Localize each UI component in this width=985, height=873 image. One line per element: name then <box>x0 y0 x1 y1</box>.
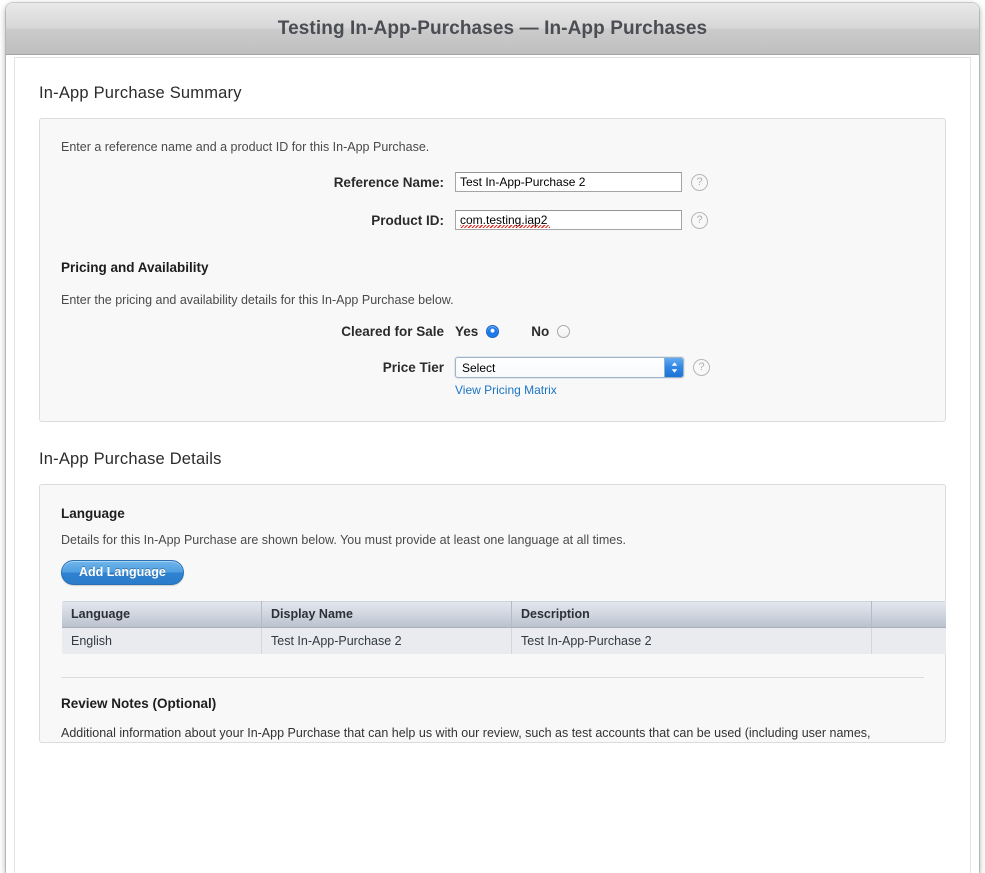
reference-name-label: Reference Name: <box>61 175 455 190</box>
summary-section-title: In-App Purchase Summary <box>39 84 946 103</box>
radio-no-label: No <box>531 324 549 339</box>
chevron-updown-icon[interactable] <box>664 358 683 377</box>
reference-name-row: Reference Name: ? <box>61 172 924 192</box>
price-tier-select[interactable]: Select <box>455 357 684 378</box>
product-id-label: Product ID: <box>61 213 455 228</box>
reference-name-input[interactable] <box>455 172 682 192</box>
cell-display-name: Test In-App-Purchase 2 <box>262 628 512 655</box>
cell-language: English <box>62 628 262 655</box>
cell-description: Test In-App-Purchase 2 <box>512 628 872 655</box>
product-id-row: Product ID: ? <box>61 210 924 230</box>
column-header-description[interactable]: Description <box>512 601 872 628</box>
product-id-field-wrap <box>455 210 682 230</box>
details-divider <box>61 677 924 678</box>
window-title: Testing In-App-Purchases — In-App Purcha… <box>278 18 707 40</box>
radio-cleared-for-sale-yes[interactable] <box>486 325 499 338</box>
column-header-language[interactable]: Language <box>62 601 262 628</box>
radio-yes-label: Yes <box>455 324 478 339</box>
page-content: In-App Purchase Summary Enter a referenc… <box>15 58 970 873</box>
product-id-input[interactable] <box>455 210 682 230</box>
column-header-actions[interactable] <box>872 601 947 628</box>
column-header-display-name[interactable]: Display Name <box>262 601 512 628</box>
table-header-row: Language Display Name Description <box>62 601 947 628</box>
table-row[interactable]: English Test In-App-Purchase 2 Test In-A… <box>62 628 947 655</box>
price-tier-row: Price Tier Select ? <box>61 357 924 378</box>
review-notes-heading: Review Notes (Optional) <box>61 696 924 711</box>
price-tier-label: Price Tier <box>61 360 455 375</box>
details-panel: Language Details for this In-App Purchas… <box>39 484 946 743</box>
view-pricing-matrix-link[interactable]: View Pricing Matrix <box>455 383 557 397</box>
price-tier-selected-value: Select <box>462 361 495 375</box>
cleared-for-sale-row: Cleared for Sale Yes No <box>61 324 924 339</box>
help-icon-product-id[interactable]: ? <box>691 212 708 229</box>
language-heading: Language <box>61 506 924 521</box>
cleared-for-sale-label: Cleared for Sale <box>61 324 455 339</box>
summary-intro-text: Enter a reference name and a product ID … <box>61 140 924 154</box>
help-icon-price-tier[interactable]: ? <box>693 359 710 376</box>
pricing-matrix-row: View Pricing Matrix <box>61 383 924 397</box>
radio-cleared-for-sale-no[interactable] <box>557 325 570 338</box>
pricing-intro-text: Enter the pricing and availability detai… <box>61 293 924 307</box>
add-language-row: Add Language <box>61 560 924 585</box>
details-section-title: In-App Purchase Details <box>39 450 946 469</box>
app-window: Testing In-App-Purchases — In-App Purcha… <box>6 3 979 873</box>
language-table: Language Display Name Description Englis… <box>61 600 947 655</box>
pricing-heading: Pricing and Availability <box>61 260 924 275</box>
help-icon-reference-name[interactable]: ? <box>691 174 708 191</box>
add-language-button[interactable]: Add Language <box>61 560 184 585</box>
summary-panel: Enter a reference name and a product ID … <box>39 118 946 422</box>
review-notes-text: Additional information about your In-App… <box>61 724 924 742</box>
cell-actions <box>872 628 947 655</box>
language-intro-text: Details for this In-App Purchase are sho… <box>61 533 924 547</box>
window-titlebar: Testing In-App-Purchases — In-App Purcha… <box>6 3 979 55</box>
